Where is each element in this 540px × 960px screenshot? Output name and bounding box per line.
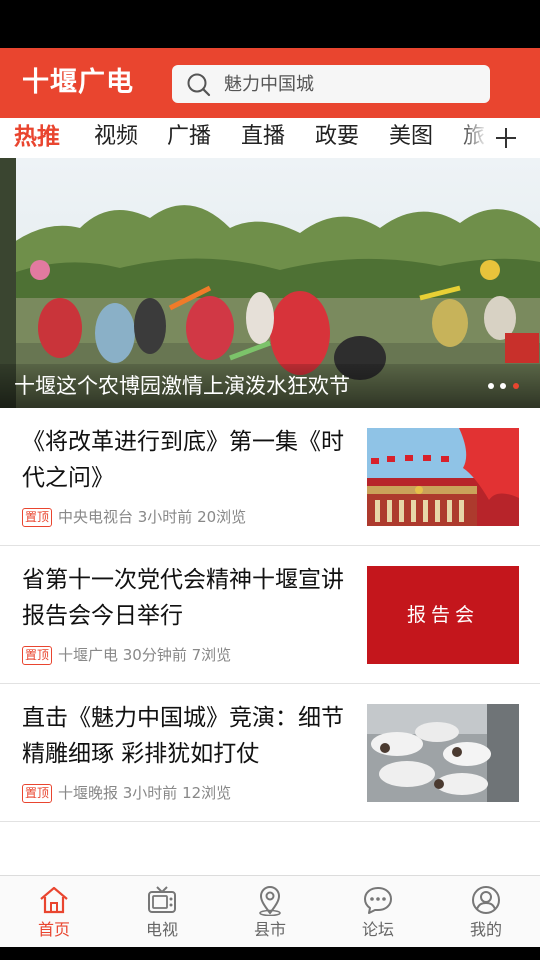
pager-dot	[488, 383, 494, 389]
tab-live[interactable]: 直播	[241, 121, 285, 153]
chat-bubble-icon	[364, 887, 392, 914]
pinned-badge: 置顶	[22, 508, 52, 527]
news-item[interactable]: 省第十一次党代会精神十堰宣讲报告会今日举行 置顶 十堰广电 30分钟前 7浏览 …	[0, 546, 540, 684]
search-icon	[187, 73, 211, 97]
news-title: 直击《魅力中国城》竞演：细节精雕细琢 彩排犹如打仗	[22, 705, 344, 767]
tab-mine[interactable]: 我的	[432, 876, 540, 948]
news-item[interactable]: 直击《魅力中国城》竞演：细节精雕细琢 彩排犹如打仗 置顶 十堰晚报 3小时前 1…	[0, 684, 540, 822]
location-pin-icon	[259, 886, 281, 916]
tab-politics[interactable]: 政要	[315, 121, 359, 153]
featured-banner[interactable]: 十堰这个农博园激情上演泼水狂欢节	[0, 158, 540, 408]
thumbnail-text: 报告会	[406, 604, 479, 626]
news-source: 中央电视台 3小时前 20浏览	[58, 508, 247, 526]
pager-dot	[500, 383, 506, 389]
search-box[interactable]	[172, 65, 490, 103]
tab-photos[interactable]: 美图	[389, 121, 433, 153]
system-nav-bar	[0, 947, 540, 960]
news-thumbnail	[367, 704, 519, 802]
search-input[interactable]	[224, 69, 474, 99]
pager-dot-active	[513, 383, 519, 389]
tab-forum[interactable]: 论坛	[324, 876, 432, 948]
user-icon	[472, 886, 500, 914]
news-thumbnail: 报告会	[367, 566, 519, 664]
news-source: 十堰广电 30分钟前 7浏览	[58, 646, 232, 664]
tab-radio[interactable]: 广播	[167, 121, 211, 153]
tabs-fade	[458, 118, 488, 158]
tab-hot[interactable]: 热推	[14, 121, 60, 153]
tab-tv[interactable]: 电视	[108, 876, 216, 948]
news-item[interactable]: 《将改革进行到底》第一集《时代之问》 置顶 中央电视台 3小时前 20浏览	[0, 408, 540, 546]
news-title: 省第十一次党代会精神十堰宣讲报告会今日举行	[22, 567, 344, 629]
pinned-badge: 置顶	[22, 784, 52, 803]
news-thumbnail	[367, 428, 519, 526]
tv-icon	[148, 886, 176, 913]
banner-pager	[486, 383, 526, 391]
add-tab-button[interactable]	[488, 118, 540, 158]
status-bar	[0, 0, 540, 48]
tab-home[interactable]: 首页	[0, 876, 108, 948]
tab-video[interactable]: 视频	[94, 121, 138, 153]
category-tabs: 热推 视频 广播 直播 政要 美图 旅	[0, 118, 540, 158]
app-logo: 十堰广电	[22, 67, 134, 98]
banner-caption: 十堰这个农博园激情上演泼水狂欢节	[14, 374, 350, 398]
screen: { "app": { "logo": "十堰广电", "search_place…	[0, 0, 540, 960]
news-source: 十堰晚报 3小时前 12浏览	[58, 784, 232, 802]
tab-county[interactable]: 县市	[216, 876, 324, 948]
news-title: 《将改革进行到底》第一集《时代之问》	[22, 429, 344, 491]
plus-icon	[496, 128, 516, 148]
pinned-badge: 置顶	[22, 646, 52, 665]
home-icon	[40, 886, 68, 914]
app-header: 十堰广电	[0, 48, 540, 118]
tab-tv-label: 电视	[145, 920, 178, 939]
tab-forum-label: 论坛	[361, 920, 394, 939]
tab-home-label: 首页	[37, 920, 70, 939]
bottom-tab-bar: 首页 电视 县市 论坛 我的	[0, 875, 540, 947]
tab-county-label: 县市	[253, 920, 286, 939]
tab-mine-label: 我的	[469, 920, 502, 939]
